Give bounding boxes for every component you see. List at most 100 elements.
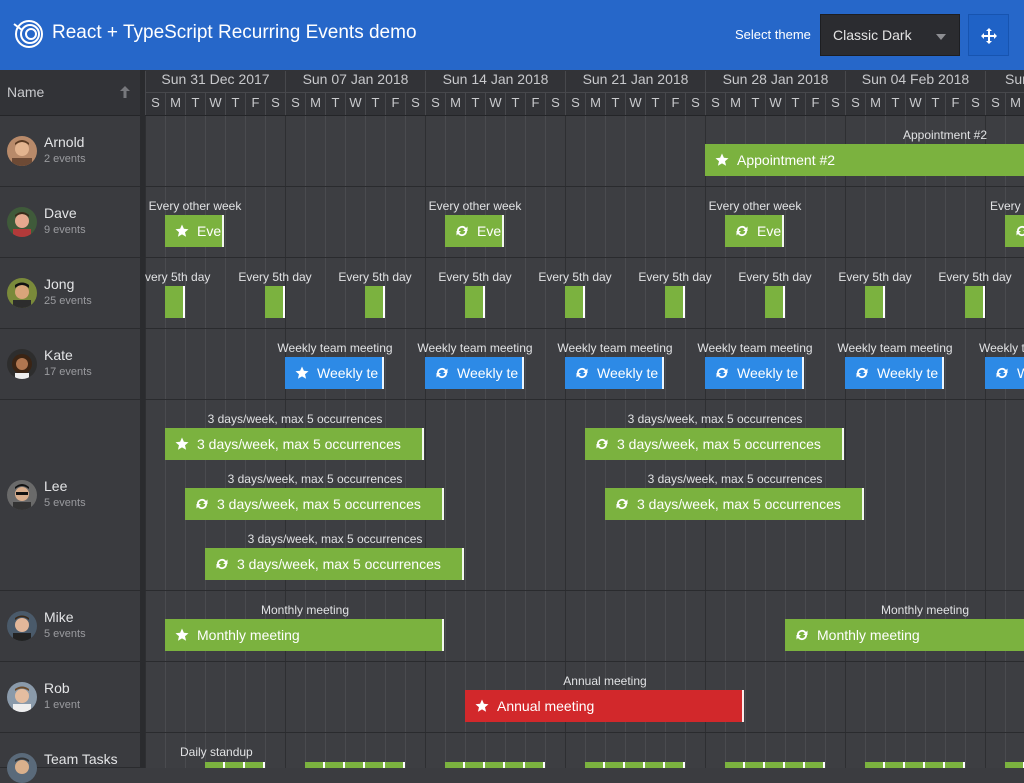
event-bar[interactable] bbox=[665, 286, 685, 318]
standup-event-bar[interactable] bbox=[445, 762, 465, 768]
resource-row-rob[interactable]: Rob 1 event bbox=[0, 662, 140, 733]
day-header: T bbox=[365, 92, 385, 115]
resource-row-arnold[interactable]: Arnold 2 events bbox=[0, 116, 140, 187]
event-bar[interactable]: Weekly te bbox=[845, 357, 944, 389]
resource-row-dave[interactable]: Dave 9 events bbox=[0, 187, 140, 258]
event-bar[interactable]: Weekly te bbox=[285, 357, 384, 389]
event-bar[interactable] bbox=[365, 286, 385, 318]
day-header: M bbox=[1005, 92, 1024, 115]
event-bar[interactable]: Weekly te bbox=[565, 357, 664, 389]
event-bar[interactable]: Eve bbox=[725, 215, 784, 247]
event-bar[interactable]: 3 days/week, max 5 occurrences bbox=[585, 428, 844, 460]
event-name: Monthly meeting bbox=[197, 627, 300, 643]
standup-event-bar[interactable] bbox=[885, 762, 905, 768]
arrow-up-icon[interactable] bbox=[119, 85, 131, 99]
standup-event-bar[interactable] bbox=[485, 762, 505, 768]
chevron-down-icon bbox=[936, 34, 946, 40]
event-bar[interactable] bbox=[865, 286, 885, 318]
row-divider bbox=[145, 399, 1024, 400]
standup-event-bar[interactable] bbox=[585, 762, 605, 768]
standup-event-bar[interactable] bbox=[305, 762, 325, 768]
event-bar[interactable]: Eve bbox=[165, 215, 224, 247]
standup-event-bar[interactable] bbox=[505, 762, 525, 768]
event-bar[interactable]: Weekly te bbox=[425, 357, 524, 389]
resource-row-kate[interactable]: Kate 17 events bbox=[0, 329, 140, 400]
standup-event-bar[interactable] bbox=[665, 762, 685, 768]
event-label: 3 days/week, max 5 occurrences bbox=[227, 472, 403, 486]
event-name: Annual meeting bbox=[497, 698, 595, 714]
event-bar[interactable]: Eve bbox=[445, 215, 504, 247]
resource-event-count: 1 event bbox=[44, 699, 81, 711]
day-header: M bbox=[305, 92, 325, 115]
standup-event-bar[interactable] bbox=[1005, 762, 1024, 768]
standup-event-bar[interactable] bbox=[645, 762, 665, 768]
resource-event-count: 5 events bbox=[44, 497, 86, 509]
event-bar[interactable]: Appointment #2 bbox=[705, 144, 1024, 176]
resource-row-team-tasks[interactable]: Team Tasks bbox=[0, 733, 140, 783]
event-label: Weekly team meeting bbox=[837, 341, 953, 355]
standup-event-bar[interactable] bbox=[745, 762, 765, 768]
event-bar[interactable]: 3 days/week, max 5 occurrences bbox=[185, 488, 444, 520]
standup-event-bar[interactable] bbox=[605, 762, 625, 768]
event-bar[interactable]: 3 days/week, max 5 occurrences bbox=[605, 488, 864, 520]
move-arrows-icon bbox=[981, 28, 997, 44]
recurring-arrows-icon bbox=[996, 368, 1008, 378]
grid-line bbox=[565, 116, 566, 768]
event-bar[interactable]: Weekly te bbox=[705, 357, 804, 389]
avatar bbox=[7, 753, 37, 783]
event-bar[interactable] bbox=[765, 286, 785, 318]
grid-line bbox=[465, 116, 466, 768]
event-bar[interactable] bbox=[265, 286, 285, 318]
standup-event-bar[interactable] bbox=[785, 762, 805, 768]
standup-event-bar[interactable] bbox=[385, 762, 405, 768]
event-bar[interactable]: Annual meeting bbox=[465, 690, 744, 722]
event-bar[interactable]: W bbox=[985, 357, 1024, 389]
event-label: 3 days/week, max 5 occurrences bbox=[207, 412, 383, 426]
recurring-arrows-icon bbox=[436, 368, 448, 378]
resource-row-jong[interactable]: Jong 25 events bbox=[0, 258, 140, 329]
standup-event-bar[interactable] bbox=[225, 762, 245, 768]
standup-event-bar[interactable] bbox=[765, 762, 785, 768]
standup-event-bar[interactable] bbox=[925, 762, 945, 768]
standup-event-bar[interactable] bbox=[865, 762, 885, 768]
standup-event-bar[interactable] bbox=[945, 762, 965, 768]
event-bar[interactable] bbox=[1005, 215, 1024, 247]
grid-line bbox=[445, 116, 446, 768]
bryntum-logo-icon bbox=[13, 20, 43, 48]
event-name: Eve bbox=[477, 223, 502, 239]
day-header: T bbox=[925, 92, 945, 115]
standup-event-bar[interactable] bbox=[905, 762, 925, 768]
event-bar[interactable] bbox=[165, 286, 185, 318]
day-header: W bbox=[485, 92, 505, 115]
standup-event-bar[interactable] bbox=[725, 762, 745, 768]
event-bar[interactable] bbox=[565, 286, 585, 318]
resource-name: Lee bbox=[44, 478, 68, 494]
theme-select[interactable]: Classic Dark bbox=[820, 14, 960, 56]
standup-event-bar[interactable] bbox=[625, 762, 645, 768]
standup-event-bar[interactable] bbox=[325, 762, 345, 768]
event-bar[interactable]: Monthly meeting bbox=[785, 619, 1024, 651]
fullscreen-button[interactable] bbox=[968, 14, 1009, 56]
grid-line bbox=[965, 116, 966, 768]
recurring-arrows-icon bbox=[1016, 226, 1024, 236]
event-bar[interactable]: 3 days/week, max 5 occurrences bbox=[205, 548, 464, 580]
event-bar[interactable] bbox=[465, 286, 485, 318]
standup-event-bar[interactable] bbox=[805, 762, 825, 768]
resource-row-lee[interactable]: Lee 5 events bbox=[0, 400, 140, 591]
standup-event-bar[interactable] bbox=[345, 762, 365, 768]
resource-name: Jong bbox=[44, 276, 75, 292]
day-header: T bbox=[785, 92, 805, 115]
event-bar[interactable]: 3 days/week, max 5 occurrences bbox=[165, 428, 424, 460]
standup-event-bar[interactable] bbox=[205, 762, 225, 768]
name-column-header[interactable]: Name bbox=[0, 70, 140, 116]
schedule-body[interactable]: Appointment #2 Appointment #2 Every othe… bbox=[145, 116, 1024, 768]
grid-line bbox=[905, 116, 906, 768]
resource-row-mike[interactable]: Mike 5 events bbox=[0, 591, 140, 662]
standup-event-bar[interactable] bbox=[465, 762, 485, 768]
day-header: T bbox=[645, 92, 665, 115]
event-bar[interactable]: Monthly meeting bbox=[165, 619, 444, 651]
standup-event-bar[interactable] bbox=[525, 762, 545, 768]
standup-event-bar[interactable] bbox=[245, 762, 265, 768]
standup-event-bar[interactable] bbox=[365, 762, 385, 768]
event-bar[interactable] bbox=[965, 286, 985, 318]
